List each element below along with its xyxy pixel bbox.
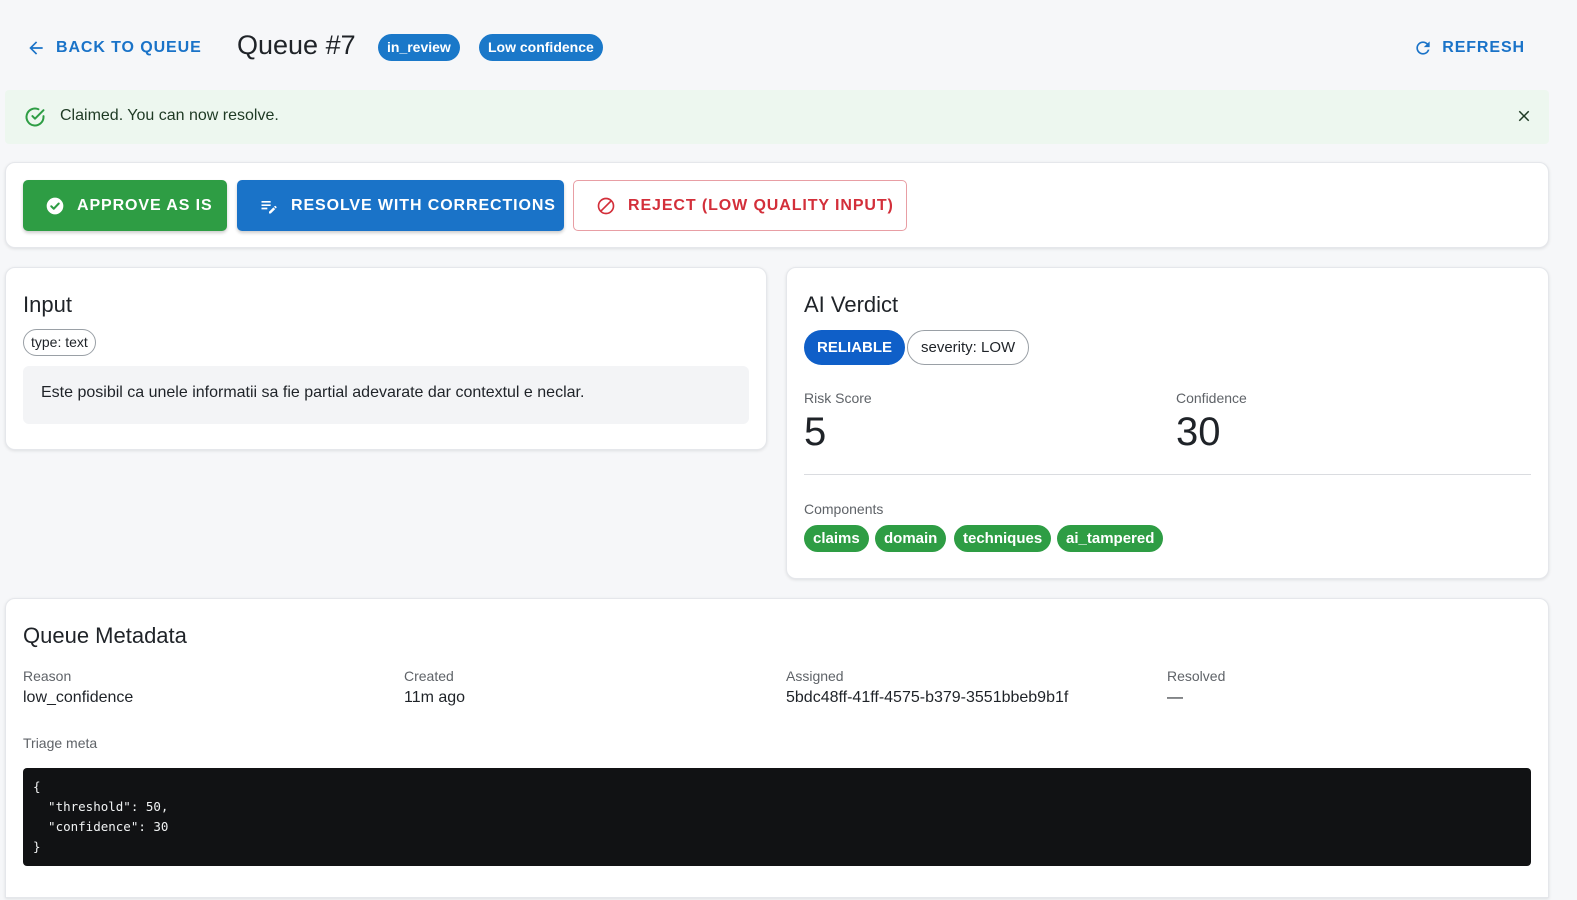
- created-label: Created: [404, 668, 454, 684]
- assigned-label: Assigned: [786, 668, 844, 684]
- block-icon: [596, 196, 616, 216]
- resolved-label: Resolved: [1167, 668, 1226, 684]
- created-value: 11m ago: [404, 689, 466, 706]
- refresh-icon: [1413, 38, 1433, 58]
- component-chip-ai-tampered: ai_tampered: [1057, 525, 1164, 552]
- input-card: Input type: text Este posibil ca unele i…: [5, 267, 767, 450]
- resolve-label: RESOLVE WITH CORRECTIONS: [291, 196, 556, 214]
- resolve-with-corrections-button[interactable]: RESOLVE WITH CORRECTIONS: [237, 180, 564, 231]
- back-to-queue-label: BACK TO QUEUE: [56, 39, 202, 56]
- triage-meta-label: Triage meta: [23, 735, 98, 751]
- actions-card: APPROVE AS IS RESOLVE WITH CORRECTIONS R…: [5, 162, 1549, 248]
- divider: [804, 474, 1531, 475]
- approve-label: APPROVE AS IS: [77, 196, 213, 214]
- confidence-badge: Low confidence: [479, 34, 603, 61]
- risk-score-label: Risk Score: [804, 390, 872, 406]
- page-header: BACK TO QUEUE Queue #7 in_review Low con…: [0, 0, 1577, 94]
- refresh-button[interactable]: REFRESH: [1413, 36, 1525, 60]
- refresh-label: REFRESH: [1442, 39, 1525, 56]
- arrow-left-icon: [26, 38, 46, 58]
- input-text: Este posibil ca unele informatii sa fie …: [23, 366, 749, 424]
- input-title: Input: [23, 292, 72, 317]
- metadata-title: Queue Metadata: [23, 623, 187, 648]
- page-title: Queue #7: [237, 30, 356, 60]
- close-icon[interactable]: [1515, 107, 1533, 125]
- verdict-label-badge: RELIABLE: [804, 330, 905, 365]
- reject-label: REJECT (LOW QUALITY INPUT): [628, 196, 894, 214]
- edit-note-icon: [259, 196, 279, 216]
- confidence-label: Confidence: [1176, 390, 1247, 406]
- back-to-queue-link[interactable]: BACK TO QUEUE: [26, 36, 202, 60]
- resolved-value: —: [1167, 689, 1183, 706]
- verdict-title: AI Verdict: [804, 292, 899, 317]
- risk-score-value: 5: [804, 410, 827, 454]
- assigned-value: 5bdc48ff-41ff-4575-b379-3551bbeb9b1f: [786, 689, 1069, 706]
- input-type-chip: type: text: [23, 329, 96, 356]
- check-circle-filled-icon: [45, 196, 65, 216]
- queue-metadata-card: Queue Metadata Reason low_confidence Cre…: [5, 598, 1549, 898]
- component-chip-claims: claims: [804, 525, 869, 552]
- ai-verdict-card: AI Verdict RELIABLE severity: LOW Risk S…: [786, 267, 1549, 579]
- component-chip-domain: domain: [875, 525, 947, 552]
- check-circle-icon: [23, 105, 47, 129]
- component-chip-techniques: techniques: [954, 525, 1052, 552]
- triage-meta-code: { "threshold": 50, "confidence": 30 }: [23, 768, 1531, 866]
- reject-button[interactable]: REJECT (LOW QUALITY INPUT): [573, 180, 907, 231]
- severity-badge: severity: LOW: [907, 330, 1030, 365]
- reason-value: low_confidence: [23, 689, 134, 706]
- components-label: Components: [804, 501, 884, 517]
- approve-button[interactable]: APPROVE AS IS: [23, 180, 227, 231]
- status-badge: in_review: [378, 34, 460, 61]
- alert-message: Claimed. You can now resolve.: [60, 107, 279, 124]
- reason-label: Reason: [23, 668, 72, 684]
- confidence-value: 30: [1176, 410, 1221, 454]
- success-alert: Claimed. You can now resolve.: [5, 90, 1549, 144]
